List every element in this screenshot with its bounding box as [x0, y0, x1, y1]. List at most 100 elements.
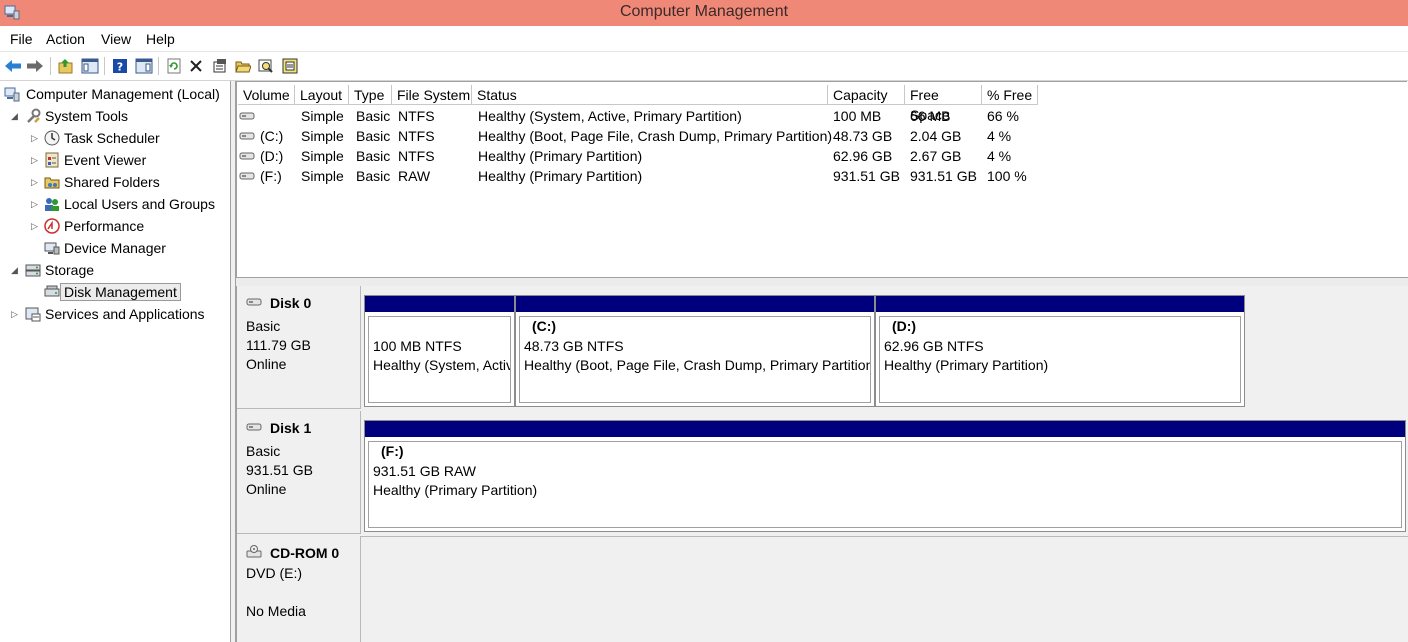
column-type[interactable]: Type	[349, 85, 392, 105]
disk-size: 111.79 GB	[246, 337, 311, 353]
column-free-space[interactable]: Free Space	[905, 85, 982, 123]
column-status[interactable]: Status	[472, 85, 828, 105]
cell-type: Basic	[356, 168, 391, 184]
disk-1-info[interactable]: Disk 1 Basic 931.51 GB Online	[237, 411, 361, 534]
forward-icon[interactable]	[25, 56, 45, 76]
menu-help[interactable]: Help	[146, 31, 175, 47]
delete-icon[interactable]	[186, 56, 206, 76]
partition-size: 100 MB NTFS	[373, 338, 462, 354]
disk-icon	[246, 423, 262, 431]
cell-layout: Simple	[301, 108, 344, 124]
menu-action[interactable]: Action	[46, 31, 85, 47]
cell-layout: Simple	[301, 128, 344, 144]
cell-fs: NTFS	[398, 148, 435, 164]
menu-view[interactable]: View	[101, 31, 131, 47]
disk-management-icon	[44, 285, 60, 297]
column-file-system[interactable]: File System	[392, 85, 472, 105]
search-icon[interactable]	[256, 56, 276, 76]
cell-capacity: 931.51 GB	[833, 168, 900, 184]
column-layout[interactable]: Layout	[295, 85, 349, 105]
tree-item-system-tools[interactable]: ◢ System Tools	[4, 106, 131, 126]
clock-icon	[44, 130, 60, 146]
tree-label: Disk Management	[60, 283, 181, 301]
tree-label: Performance	[64, 218, 145, 234]
menu-file[interactable]: File	[10, 31, 33, 47]
event-viewer-icon	[45, 152, 59, 168]
help-icon[interactable]: ?	[110, 56, 130, 76]
menu-bar: File Action View Help	[0, 26, 1408, 51]
cell-free: 66 MB	[910, 108, 951, 124]
cell-percent-free: 4 %	[987, 128, 1012, 144]
expand-icon[interactable]: ▷	[31, 128, 38, 148]
cell-fs: NTFS	[398, 128, 435, 144]
column-capacity[interactable]: Capacity	[828, 85, 905, 105]
collapse-icon[interactable]: ◢	[11, 106, 18, 126]
volume-list: Volume Layout Type File System Status Ca…	[236, 81, 1407, 278]
disk-type: Basic	[246, 443, 281, 459]
expand-icon[interactable]: ▷	[11, 304, 18, 324]
show-action-pane-icon[interactable]	[134, 56, 154, 76]
partition-c[interactable]: (C:) 48.73 GB NTFS Healthy (Boot, Page F…	[515, 295, 875, 407]
cdrom-0-info[interactable]: CD-ROM 0 DVD (E:) No Media	[237, 536, 361, 642]
expand-icon[interactable]: ▷	[31, 216, 38, 236]
disk-state: Online	[246, 356, 287, 372]
expand-icon[interactable]: ▷	[31, 172, 38, 192]
partition-system-reserved[interactable]: 100 MB NTFS Healthy (System, Activ	[364, 295, 515, 407]
refresh-icon[interactable]	[164, 56, 184, 76]
tree-item-local-users-groups[interactable]: ▷ Local Users and Groups	[4, 194, 218, 214]
tree-item-performance[interactable]: ▷ Performance	[4, 216, 147, 236]
cell-capacity: 48.73 GB	[833, 128, 893, 144]
divider	[361, 536, 1408, 537]
open-icon[interactable]	[233, 56, 253, 76]
partition-status: Healthy (Boot, Page File, Crash Dump, Pr…	[524, 357, 871, 373]
partition-label: (D:)	[892, 318, 917, 334]
tree-item-event-viewer[interactable]: ▷ Event Viewer	[4, 150, 149, 170]
partition-d[interactable]: (D:) 62.96 GB NTFS Healthy (Primary Part…	[875, 295, 1245, 407]
tree-label: Local Users and Groups	[64, 196, 215, 212]
disk-settings-icon[interactable]	[280, 56, 300, 76]
device-manager-icon	[44, 242, 60, 255]
tree-item-services-applications[interactable]: ▷ Services and Applications	[4, 304, 208, 324]
cell-fs: NTFS	[398, 108, 435, 124]
disk-name: Disk 0	[270, 295, 312, 311]
storage-icon	[25, 264, 41, 277]
partition-f[interactable]: (F:) 931.51 GB RAW Healthy (Primary Part…	[364, 420, 1406, 532]
disk-0-info[interactable]: Disk 0 Basic 111.79 GB Online	[237, 286, 361, 409]
properties-icon[interactable]	[210, 56, 230, 76]
cell-volume: (C:)	[260, 128, 284, 144]
partition-bar	[876, 296, 1244, 312]
tree-item-task-scheduler[interactable]: ▷ Task Scheduler	[4, 128, 163, 148]
up-icon[interactable]	[56, 56, 76, 76]
show-hide-console-tree-icon[interactable]	[80, 56, 100, 76]
title-bar: Computer Management	[0, 0, 1408, 26]
tree-item-device-manager[interactable]: Device Manager	[4, 238, 169, 258]
cell-volume: (D:)	[260, 148, 284, 164]
cell-capacity: 62.96 GB	[833, 148, 893, 164]
toolbar: ?	[0, 51, 1408, 81]
tree-item-shared-folders[interactable]: ▷ Shared Folders	[4, 172, 163, 192]
column-volume[interactable]: Volume	[238, 85, 295, 105]
cell-status: Healthy (Primary Partition)	[478, 168, 643, 184]
tree-item-computer-management[interactable]: Computer Management (Local)	[4, 84, 223, 104]
partition-label: (C:)	[532, 318, 557, 334]
disk-type: Basic	[246, 318, 281, 334]
cell-status: Healthy (Primary Partition)	[478, 148, 643, 164]
disk-size: 931.51 GB	[246, 462, 313, 478]
tree-item-disk-management[interactable]: Disk Management	[4, 282, 181, 302]
expand-icon[interactable]: ▷	[31, 194, 38, 214]
cell-percent-free: 100 %	[987, 168, 1027, 184]
disk-state: Online	[246, 481, 287, 497]
users-icon	[45, 198, 59, 211]
back-icon[interactable]	[3, 56, 23, 76]
tree-label: Event Viewer	[64, 152, 147, 168]
tree-label: Task Scheduler	[64, 130, 160, 146]
expand-icon[interactable]: ▷	[31, 150, 38, 170]
column-percent-free[interactable]: % Free	[982, 85, 1038, 105]
collapse-icon[interactable]: ◢	[11, 260, 18, 280]
disk-graphical-view: Disk 0 Basic 111.79 GB Online 100 MB NTF…	[236, 286, 1408, 642]
cell-type: Basic	[356, 148, 391, 164]
tree-item-storage[interactable]: ◢ Storage	[4, 260, 97, 280]
disk-name: Disk 1	[270, 420, 312, 436]
cell-layout: Simple	[301, 148, 344, 164]
disk-name: CD-ROM 0	[270, 545, 340, 561]
